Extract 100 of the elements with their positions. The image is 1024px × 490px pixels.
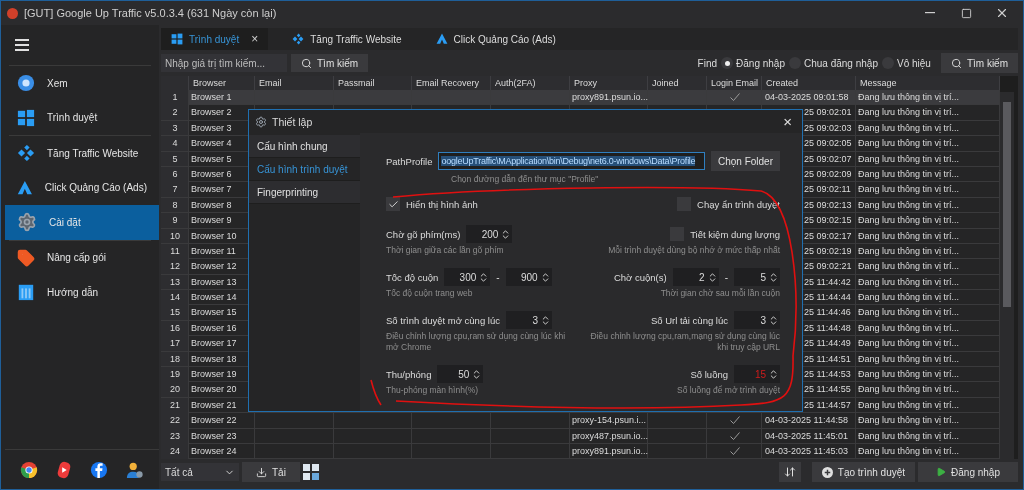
radio-label: Chua đăng nhập (804, 57, 878, 69)
hint-text: Tốc độ cuộn trang web (386, 288, 473, 299)
option-label: Chờ cuộn(s) (613, 271, 667, 283)
maximize-icon (960, 7, 972, 19)
tab[interactable]: Tăng Traffic Website (282, 28, 412, 50)
number-field[interactable]: 5 (734, 268, 780, 286)
play-icon (936, 467, 947, 477)
calendar-icon (17, 283, 35, 302)
row-number: 14 (161, 290, 189, 305)
sidebar-item[interactable]: Click Quảng Cáo (Ads) (5, 170, 159, 205)
option-label: Số Url tải cùng lúc (650, 314, 728, 326)
windows-icon (171, 33, 183, 45)
grid-icon[interactable] (302, 464, 319, 480)
row-number: 17 (161, 336, 189, 351)
shorts-icon[interactable] (56, 460, 72, 479)
app-logo-icon (7, 7, 18, 19)
row-number: 20 (161, 382, 189, 398)
row-number: 7 (161, 182, 189, 198)
sidebar-item[interactable]: Cài đặt (5, 205, 159, 240)
path-label: PathProfile (386, 155, 433, 167)
search-icon (301, 57, 312, 69)
download-icon (256, 466, 267, 478)
menu-icon (15, 39, 29, 51)
option-label: Số trình duyệt mở cùng lúc (386, 314, 500, 326)
scrollbar[interactable] (1000, 92, 1014, 459)
number-field[interactable]: 3 (505, 311, 552, 329)
sort-button[interactable] (778, 462, 801, 482)
hint-text: Điều chỉnh lượng cpu,ram sử dụng cùng lúc khi mở Chrome (386, 331, 567, 353)
path-field[interactable]: oogleUpTraffic\MApplication\bin\Debug\net6.0-windows\Data\Profile (438, 152, 705, 170)
tab-close-icon[interactable]: × (251, 32, 259, 46)
search-field[interactable]: Nhập giá trị tìm kiếm... (161, 54, 287, 72)
gear-icon (255, 115, 267, 128)
login-button[interactable]: Đăng nhập (918, 462, 1018, 482)
sidebar-item[interactable]: Trình duyệt (5, 100, 159, 135)
user-settings-icon[interactable] (126, 460, 144, 479)
row-number: 9 (161, 213, 189, 228)
minimize-icon (925, 12, 935, 14)
spin-arrows-icon[interactable] (768, 314, 779, 326)
tab[interactable]: Click Quảng Cáo (Ads) (425, 28, 566, 50)
hint-text: Thu-phóng màn hình(%) (386, 385, 479, 396)
row-number: 15 (161, 305, 189, 321)
number-field[interactable]: 2 (672, 268, 719, 286)
radio-label: Đăng nhập (736, 57, 785, 69)
choose-folder-button[interactable]: Chọn Folder (710, 151, 780, 171)
number-field[interactable]: 50 (437, 365, 484, 383)
row-number: 12 (161, 259, 189, 274)
search-icon (950, 57, 962, 69)
globe-icon (17, 74, 35, 93)
range-dash: - (496, 271, 500, 283)
close-icon (995, 6, 1009, 20)
table-row[interactable]: 22 Browser 22 proxy-154.psun.i... 04-03-2025 11:44:58 Đang lưu thông tin vị trí... (161, 413, 1000, 429)
row-number: 2 (161, 105, 189, 121)
sidebar-item[interactable]: Nâng cấp gói (5, 240, 159, 275)
load-button[interactable]: Tải (242, 462, 300, 482)
option-label: Chờ gõ phím(ms) (386, 228, 461, 240)
create-browser-button[interactable]: Tạo trình duyệt (811, 462, 916, 482)
checkbox[interactable] (386, 197, 400, 211)
settings-nav-item[interactable]: Fingerprinting (249, 181, 360, 204)
sidebar-item[interactable]: Hướng dẫn (5, 275, 159, 310)
diamonds-icon (292, 33, 305, 45)
option-label: Tốc độ cuộn (386, 271, 439, 283)
plus-circle-icon (821, 466, 833, 478)
facebook-icon[interactable] (90, 460, 108, 479)
tab[interactable]: Trình duyệt × (161, 28, 269, 50)
tag-icon (17, 248, 35, 267)
number-field[interactable]: 900 (505, 268, 552, 286)
number-field[interactable]: 300 (444, 268, 491, 286)
table-cell: 04-03-2025 11:45:03 (762, 444, 856, 459)
chrome-icon[interactable] (20, 460, 38, 479)
sidebar-item[interactable]: Xem (5, 66, 159, 101)
window-title: [GUT] Google Up Traffic v5.0.3.4 (631 Ngày còn lại) (24, 7, 278, 19)
sidebar-item[interactable]: Tăng Traffic Website (5, 136, 159, 171)
windows-icon (17, 108, 35, 127)
table-cell: proxy-154.psun.i... (570, 413, 648, 429)
search-button[interactable]: Tìm kiếm (291, 54, 369, 72)
triangle-icon (435, 33, 448, 45)
spin-arrows-icon[interactable] (768, 368, 779, 380)
gear-icon (17, 212, 37, 233)
radio-button[interactable] (721, 57, 734, 69)
row-number: 22 (161, 413, 189, 429)
table-cell: proxy891.psun.io... (570, 444, 648, 459)
option-label: Thu/phóng (386, 368, 432, 380)
table-row[interactable]: 1 Browser 1 proxy891.psun.io... 04-03-2025 09:01:58 Đang lưu thông tin vị trí... (161, 90, 1000, 106)
dialog-title: Thiết lập (272, 115, 314, 128)
hint-text: Thời gian giữa các lần gõ phím (386, 245, 504, 256)
row-number: 4 (161, 136, 189, 151)
number-field[interactable]: 3 (734, 311, 780, 329)
diamonds-icon (17, 144, 35, 163)
range-dash: - (724, 271, 728, 283)
spin-arrows-icon[interactable] (768, 271, 779, 283)
filter-dropdown[interactable]: Tất cả (161, 463, 239, 481)
hint-text: Chọn đường dẫn đến thư mục "Profile" (451, 174, 600, 185)
table-cell: Browser 22 (189, 413, 255, 429)
number-field[interactable]: 200 (466, 225, 513, 243)
table-cell: Browser 24 (189, 444, 255, 459)
settings-nav-item[interactable]: Cấu hình chung (249, 135, 360, 158)
row-number: 1 (161, 90, 189, 106)
checkbox-label: Hiển thị hình ảnh (406, 198, 478, 210)
find-button[interactable]: Tìm kiếm (940, 53, 1018, 73)
sort-icon (783, 466, 796, 478)
